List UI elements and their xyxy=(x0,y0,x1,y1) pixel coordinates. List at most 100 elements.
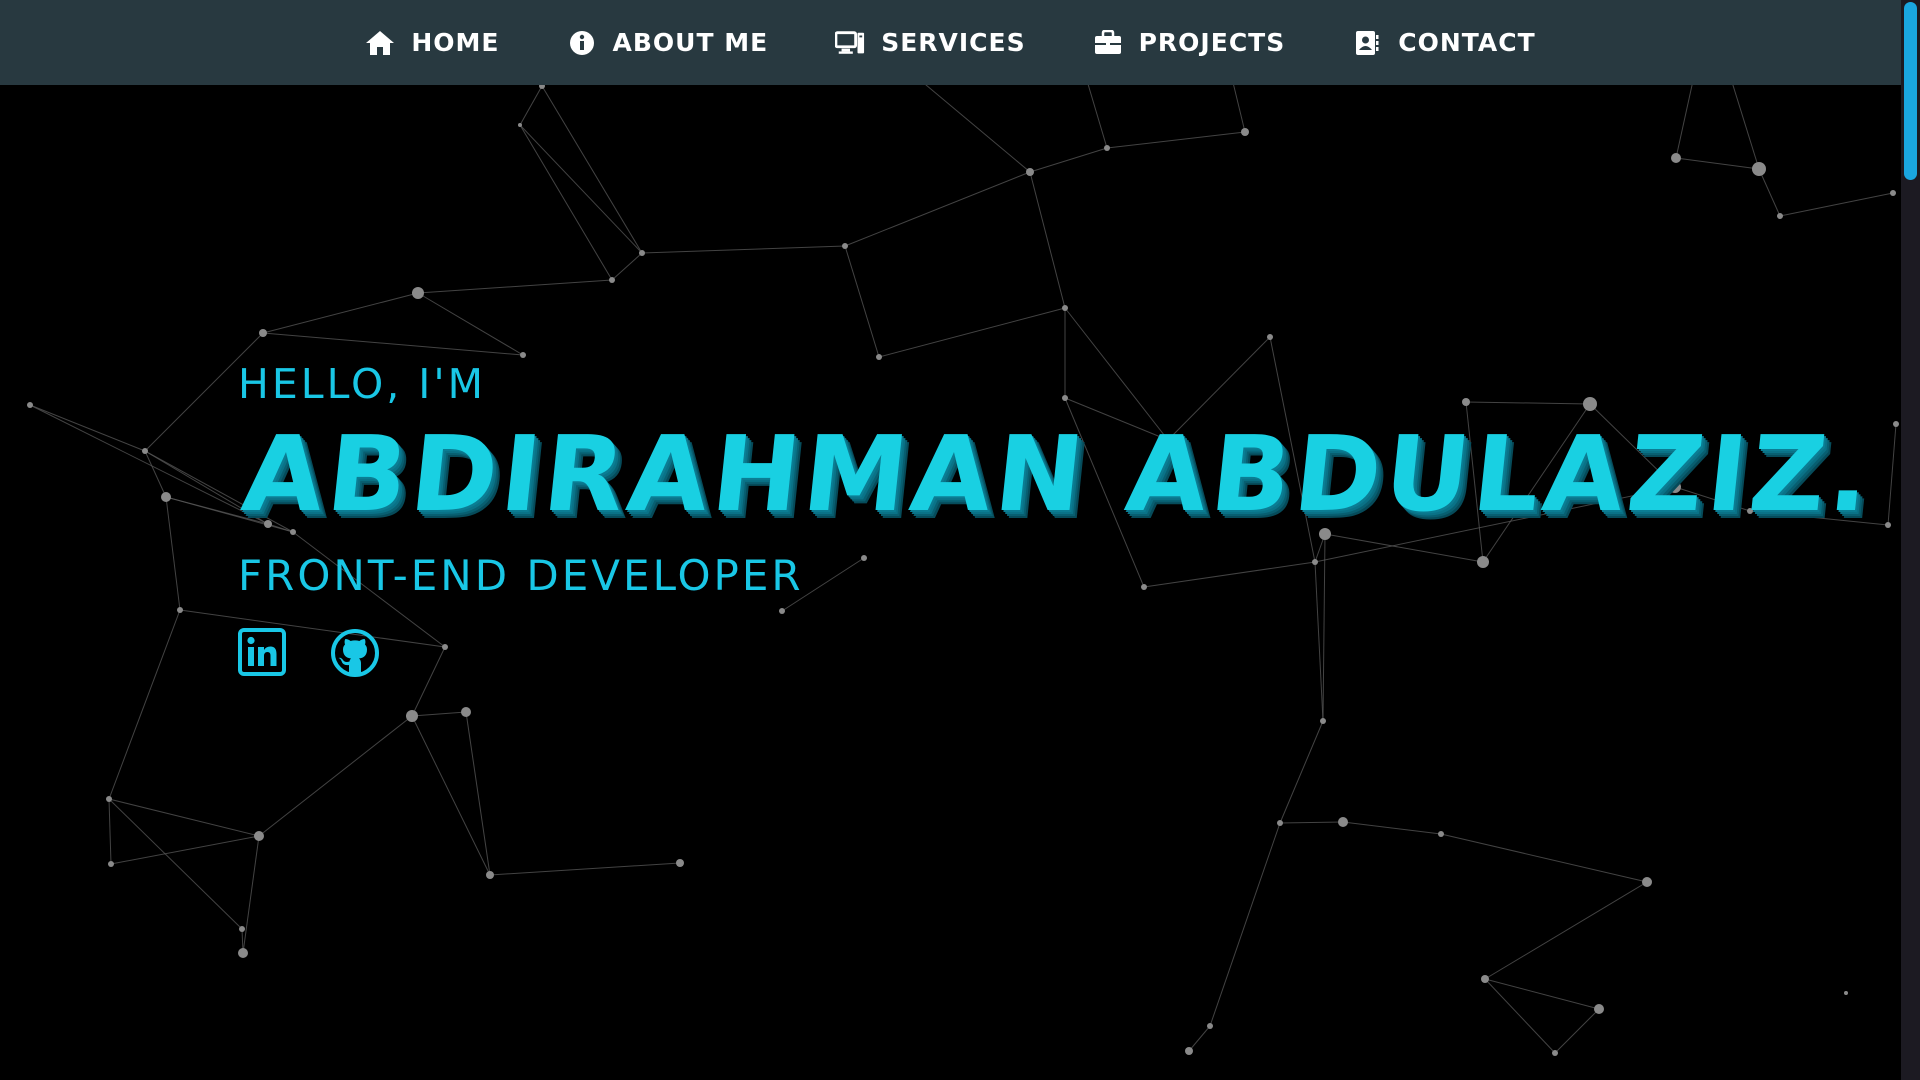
network-node xyxy=(518,123,522,127)
network-node xyxy=(238,948,248,958)
network-node xyxy=(259,329,267,337)
network-node xyxy=(1277,820,1283,826)
network-node xyxy=(842,243,848,249)
network-link xyxy=(417,279,613,294)
network-node xyxy=(676,859,684,867)
network-link xyxy=(262,332,524,356)
network-node xyxy=(1104,145,1110,151)
network-link xyxy=(411,711,467,717)
hero-section: Hello, I'm Abdirahman Abdulaziz. Front-E… xyxy=(237,360,1880,678)
network-node xyxy=(27,402,33,408)
network-node xyxy=(1481,975,1489,983)
network-node xyxy=(1185,1047,1193,1055)
network-node xyxy=(1062,305,1068,311)
network-node xyxy=(412,287,424,299)
network-link xyxy=(417,292,524,356)
network-link xyxy=(1029,147,1108,173)
nav-item-label: Home xyxy=(411,28,500,57)
network-node xyxy=(520,352,526,358)
network-link xyxy=(1554,1008,1600,1054)
nav-menu: Home About Me xyxy=(0,0,1901,85)
network-link xyxy=(108,798,243,930)
network-node xyxy=(1844,991,1848,995)
social-links xyxy=(238,628,1868,678)
network-link xyxy=(1779,192,1894,217)
briefcase-icon xyxy=(1093,29,1123,57)
nav-item-label: Services xyxy=(881,28,1026,57)
network-link xyxy=(262,292,419,334)
network-node xyxy=(161,492,171,502)
nav-item-projects[interactable]: Projects xyxy=(1093,28,1286,57)
network-link xyxy=(1029,171,1066,309)
network-link xyxy=(144,450,167,498)
network-node xyxy=(1320,718,1326,724)
github-icon xyxy=(331,629,379,677)
scrollbar[interactable] xyxy=(1901,0,1920,1080)
network-node xyxy=(106,796,112,802)
network-node xyxy=(1885,522,1891,528)
network-node xyxy=(461,707,471,717)
nav-item-services[interactable]: Services xyxy=(835,28,1025,57)
network-node xyxy=(1267,334,1273,340)
network-link xyxy=(1342,821,1442,835)
network-link xyxy=(878,307,1066,358)
network-link xyxy=(1279,821,1344,824)
network-link xyxy=(1484,881,1648,980)
network-link xyxy=(1209,822,1281,1027)
network-node xyxy=(142,448,148,454)
hero-name: Abdirahman Abdulaziz. xyxy=(237,413,1880,535)
network-link xyxy=(1279,720,1324,824)
nav-item-contact[interactable]: Contact xyxy=(1352,28,1535,57)
network-link xyxy=(1440,833,1648,883)
network-node xyxy=(1594,1004,1604,1014)
nav-item-label: Contact xyxy=(1398,28,1536,57)
network-node xyxy=(1026,168,1034,176)
scrollbar-thumb[interactable] xyxy=(1904,2,1917,180)
network-node xyxy=(486,871,494,879)
nav-item-label: About Me xyxy=(612,28,769,57)
info-icon xyxy=(567,29,597,57)
network-link xyxy=(844,245,880,358)
nav-item-home[interactable]: Home xyxy=(365,28,499,57)
network-link xyxy=(519,124,613,281)
network-node xyxy=(639,250,645,256)
hero-role: Front-End Developer xyxy=(238,551,804,600)
nav-item-about-me[interactable]: About Me xyxy=(567,28,769,57)
network-link xyxy=(541,85,643,254)
network-node xyxy=(1642,877,1652,887)
network-node xyxy=(1207,1023,1213,1029)
network-link xyxy=(844,171,1031,247)
network-link xyxy=(110,835,260,865)
network-node xyxy=(1671,153,1681,163)
network-link xyxy=(519,124,643,254)
network-node xyxy=(108,861,114,867)
network-node xyxy=(1890,190,1896,196)
network-link xyxy=(519,85,543,126)
network-node xyxy=(406,710,418,722)
network-node xyxy=(239,926,245,932)
network-link xyxy=(108,798,112,865)
network-node xyxy=(1893,421,1899,427)
contact-card-icon xyxy=(1352,29,1382,57)
network-link xyxy=(1484,978,1556,1054)
network-link xyxy=(258,715,413,837)
network-link xyxy=(641,245,846,254)
network-link xyxy=(165,496,181,611)
network-link xyxy=(1188,1025,1211,1052)
desktop-icon xyxy=(835,29,865,57)
network-node xyxy=(254,831,264,841)
network-link xyxy=(611,252,643,281)
network-node xyxy=(1752,162,1766,176)
network-link xyxy=(29,404,269,525)
network-node xyxy=(609,277,615,283)
network-link xyxy=(489,862,681,876)
github-link[interactable] xyxy=(330,628,380,678)
network-node xyxy=(177,607,183,613)
network-node xyxy=(1241,128,1249,136)
linkedin-link[interactable] xyxy=(238,628,288,678)
network-link xyxy=(108,798,260,837)
network-link xyxy=(242,835,260,954)
network-link xyxy=(1675,157,1760,170)
network-link xyxy=(1484,978,1600,1010)
network-node xyxy=(1438,831,1444,837)
